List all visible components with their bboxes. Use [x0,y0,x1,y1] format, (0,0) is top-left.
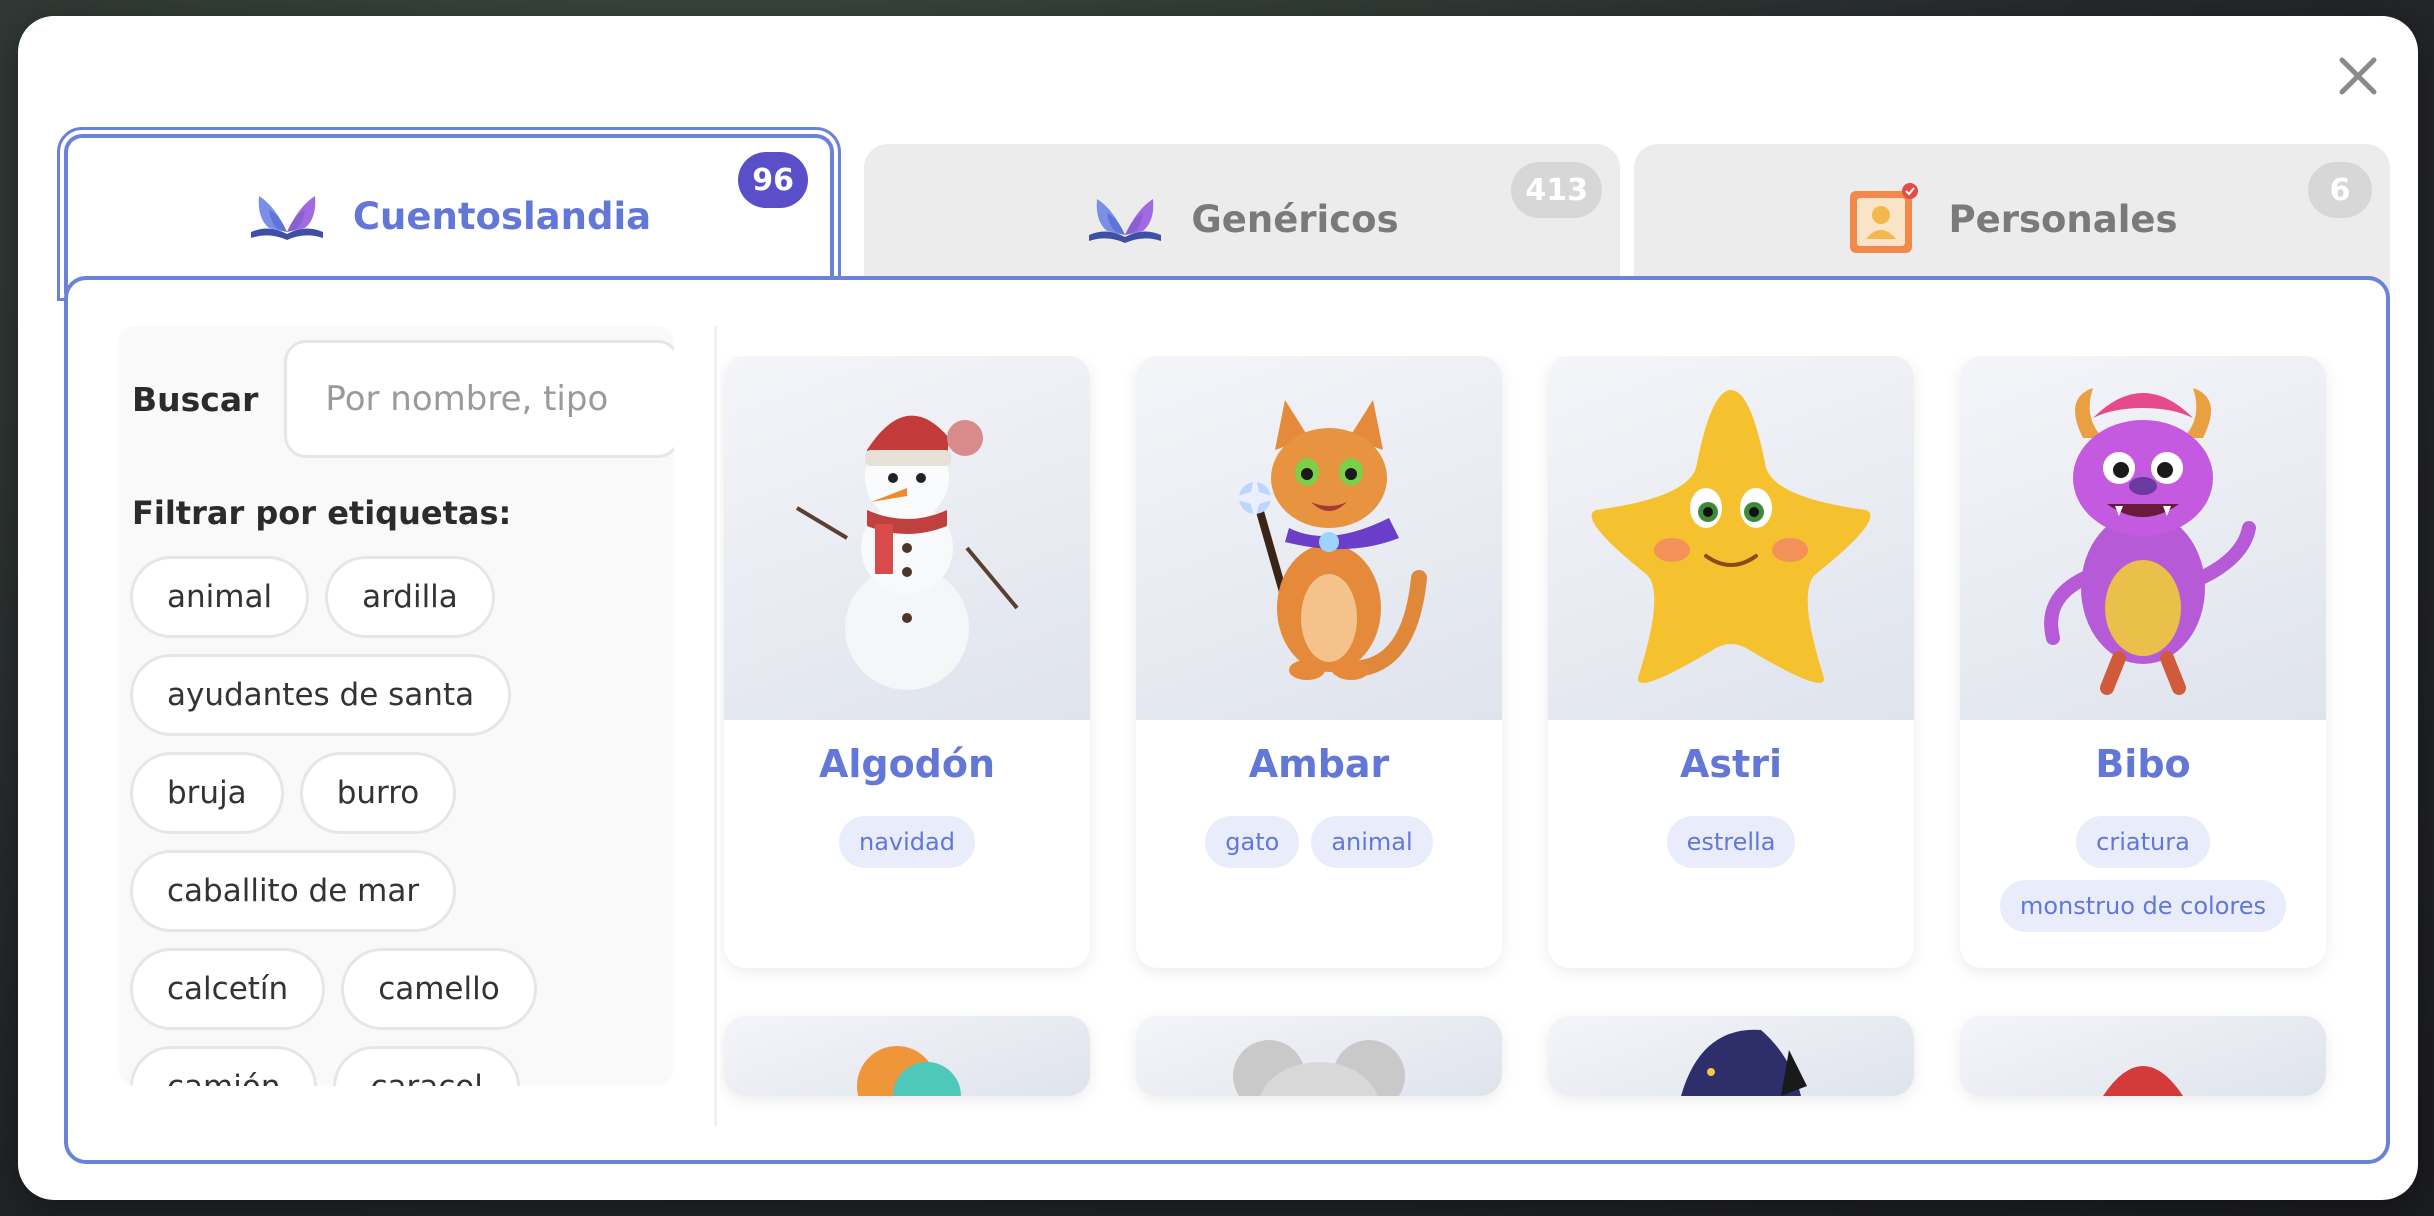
character-card-ambar[interactable]: Ambar gato animal [1136,356,1502,968]
close-button[interactable] [2328,46,2388,106]
character-image-star [1548,356,1914,720]
personal-portrait-icon [1850,183,1919,253]
character-tags: navidad [724,816,1090,868]
book-butterfly-icon [1089,199,1162,243]
character-card-bibo[interactable]: Bibo criatura monstruo de colores [1960,356,2326,968]
tab-label: Personales [1948,197,2178,241]
tag-filter-chip[interactable]: ardilla [325,556,495,638]
character-tags: criatura monstruo de colores [1960,816,2326,932]
character-card-algodon[interactable]: Algodón navidad [724,356,1090,968]
character-image-partial [1548,1016,1914,1096]
character-tag: criatura [2076,816,2210,868]
character-image-partial [1960,1016,2326,1096]
search-row: Buscar [132,340,674,458]
character-card-partial[interactable] [1548,1016,1914,1096]
tab-label: Genéricos [1191,197,1399,241]
tag-filter-chip[interactable]: bruja [130,752,284,834]
search-input[interactable] [284,340,674,458]
tag-filter-list: animal ardilla ayudantes de santa bruja … [130,556,650,1086]
character-tag: animal [1311,816,1433,868]
tag-filter-chip[interactable]: caballito de mar [130,850,457,932]
character-card-partial[interactable] [1960,1016,2326,1096]
character-name: Ambar [1248,742,1390,786]
tag-filter-chip[interactable]: calcetín [130,948,326,1030]
tab-panel: Buscar Filtrar por etiquetas: animal ard… [64,276,2390,1164]
divider [714,326,717,1126]
tag-filter-chip[interactable]: caracol [333,1046,520,1086]
close-icon [2339,57,2377,95]
tab-genericos[interactable]: Genéricos 413 [864,144,1620,294]
tab-cuentoslandia[interactable]: Cuentoslandia 96 [57,127,841,301]
character-card-astri[interactable]: Astri estrella [1548,356,1914,968]
tag-filter-chip[interactable]: camello [341,948,537,1030]
count-badge: 413 [1511,162,1602,218]
character-tag: monstruo de colores [1999,880,2287,932]
tab-label: Cuentoslandia [352,194,652,238]
count-badge: 6 [2308,162,2372,218]
character-tag: gato [1205,816,1300,868]
character-grid[interactable]: Algodón navidad Ambar gato animal Astri … [720,356,2380,1160]
library-tabs: Cuentoslandia 96 Genéricos 413 Personale… [57,126,2390,301]
character-name: Astri [1680,742,1782,786]
filter-sidebar[interactable]: Buscar Filtrar por etiquetas: animal ard… [118,326,674,1086]
character-card-partial[interactable] [724,1016,1090,1096]
tag-filter-chip[interactable]: camión [130,1046,318,1086]
character-image-partial [1136,1016,1502,1096]
book-butterfly-icon [250,196,323,240]
character-card-partial[interactable] [1136,1016,1502,1096]
character-tags: estrella [1548,816,1914,868]
count-badge: 96 [738,152,808,208]
tag-filter-chip[interactable]: burro [299,752,457,834]
character-picker-modal: Cuentoslandia 96 Genéricos 413 Personale… [18,16,2418,1200]
character-image-partial [724,1016,1090,1096]
character-image-monster [1960,356,2326,720]
character-tags: gato animal [1136,816,1502,868]
character-tag: navidad [839,816,975,868]
character-tag: estrella [1666,816,1796,868]
tab-personales[interactable]: Personales 6 [1634,144,2390,294]
character-image-cat-wizard [1136,356,1502,720]
tag-filter-chip[interactable]: animal [130,556,310,638]
character-name: Bibo [2095,742,2191,786]
tag-filter-chip[interactable]: ayudantes de santa [130,654,512,736]
character-image-snowman [724,356,1090,720]
filter-title: Filtrar por etiquetas: [132,494,512,532]
search-label: Buscar [132,379,259,419]
character-name: Algodón [818,742,996,786]
